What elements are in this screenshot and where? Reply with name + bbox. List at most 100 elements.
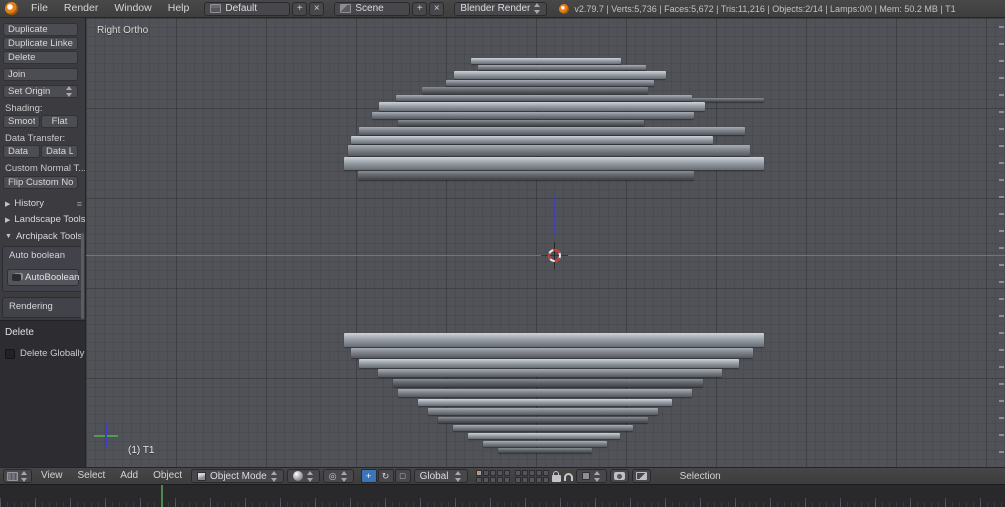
viewport-right-ticks — [999, 26, 1004, 459]
shading-label: Shading: — [5, 103, 43, 114]
layer-toggle[interactable] — [496, 469, 503, 476]
updown-arrows-icon — [340, 470, 348, 482]
model-plate — [478, 65, 646, 70]
toolshelf-scrollbar[interactable] — [81, 233, 84, 319]
screen-layout-selector[interactable]: Default — [204, 1, 291, 16]
current-frame-marker[interactable] — [161, 485, 163, 507]
layer-toggle[interactable] — [489, 476, 496, 483]
model-plate — [393, 379, 703, 387]
layer-toggle[interactable] — [475, 469, 482, 476]
layer-toggle[interactable] — [542, 476, 549, 483]
layer-toggle[interactable] — [535, 469, 542, 476]
panel-landscape-tools[interactable]: ▶ Landscape Tools — [5, 214, 86, 225]
menu-help[interactable]: Help — [161, 0, 197, 17]
add-scene-button[interactable]: + — [412, 1, 428, 16]
history-label: History — [14, 198, 44, 209]
layer-toggle[interactable] — [482, 469, 489, 476]
auto-boolean-header[interactable]: Auto boolean — [3, 247, 82, 261]
viewport-shading-selector[interactable] — [286, 469, 320, 483]
data-transfer-data-button[interactable]: Data — [3, 145, 40, 158]
layer-toggle[interactable] — [482, 476, 489, 483]
panel-history[interactable]: ▶ History ≡ — [5, 198, 82, 209]
updown-arrows-icon — [66, 86, 73, 97]
layer-toggle[interactable] — [528, 476, 535, 483]
set-origin-menu[interactable]: Set Origin — [3, 85, 78, 98]
model-plate — [453, 425, 633, 431]
menu-file[interactable]: File — [24, 0, 55, 17]
blender-logo-small-icon — [559, 3, 570, 14]
menu-window[interactable]: Window — [107, 0, 158, 17]
model-plate — [396, 95, 692, 101]
duplicate-linked-button[interactable]: Duplicate Linked — [3, 37, 78, 50]
opengl-render-anim-button[interactable] — [631, 469, 651, 483]
model-plate — [344, 157, 764, 170]
model-plate — [351, 136, 713, 144]
layer-toggle[interactable] — [514, 469, 521, 476]
render-engine-selector[interactable]: Blender Render — [454, 1, 548, 16]
add-screen-button[interactable]: + — [292, 1, 308, 16]
editor-type-icon — [7, 471, 18, 481]
transform-orientation-selector[interactable]: Global — [413, 469, 468, 483]
rendering-subpanel[interactable]: Rendering — [2, 297, 83, 318]
layer-toggle[interactable] — [521, 476, 528, 483]
duplicate-label: Duplicate — [8, 24, 48, 35]
duplicate-button[interactable]: Duplicate — [3, 23, 78, 36]
close-scene-button[interactable]: × — [429, 1, 445, 16]
model-plate — [498, 448, 592, 453]
snap-magnet-icon[interactable] — [563, 473, 573, 481]
layer-toggle[interactable] — [514, 476, 521, 483]
layer-toggle[interactable] — [535, 476, 542, 483]
operator-redo-panel: Delete Delete Globally — [0, 320, 86, 467]
model-plate — [483, 441, 607, 447]
timeline[interactable] — [0, 484, 1005, 507]
snap-element-selector[interactable] — [575, 469, 607, 483]
shade-smooth-button[interactable]: Smooth — [3, 115, 40, 128]
editor-type-button[interactable] — [3, 469, 32, 483]
menu-select[interactable]: Select — [72, 468, 112, 484]
delete-button[interactable]: Delete — [3, 51, 78, 64]
manipulator-rotate-button[interactable]: ↻ — [377, 469, 394, 483]
auto-boolean-button[interactable]: AutoBoolean — [7, 269, 79, 286]
layer-toggle[interactable] — [528, 469, 535, 476]
menu-add[interactable]: Add — [114, 468, 144, 484]
manipulator-scale-button[interactable]: □ — [394, 469, 411, 483]
panel-archipack-tools[interactable]: ▼ Archipack Tools — [5, 231, 82, 242]
viewport-3d[interactable]: Right Ortho (1) T1 — [86, 18, 1005, 467]
layer-toggle[interactable] — [503, 476, 510, 483]
scene-lock-icon[interactable] — [551, 470, 561, 482]
model-plate — [398, 120, 644, 126]
layer-toggle[interactable] — [542, 469, 549, 476]
layer-toggle[interactable] — [496, 476, 503, 483]
flip-custom-normals-button[interactable]: Flip Custom Nor... — [3, 176, 78, 189]
landscape-tools-label: Landscape Tools — [14, 214, 86, 225]
smooth-label: Smooth — [8, 116, 35, 127]
menu-view[interactable]: View — [35, 468, 69, 484]
manipulator-translate-button[interactable]: + — [360, 469, 377, 483]
active-object-label: (1) T1 — [128, 445, 155, 456]
data-transfer-layout-button[interactable]: Data L... — [41, 145, 78, 158]
menu-object[interactable]: Object — [147, 468, 188, 484]
auto-boolean-button-label: AutoBoolean — [25, 272, 80, 283]
layer-toggle[interactable] — [489, 469, 496, 476]
opengl-render-button[interactable] — [609, 469, 629, 483]
layer-toggle[interactable] — [475, 476, 482, 483]
delete-globally-checkbox[interactable] — [5, 348, 15, 359]
updown-arrows-icon — [270, 470, 278, 482]
camera-icon — [613, 472, 625, 480]
workspace: Duplicate Duplicate Linked Delete Join S… — [0, 18, 1005, 467]
mode-selector[interactable]: Object Mode — [191, 469, 284, 483]
join-button[interactable]: Join — [3, 68, 78, 81]
delete-globally-option[interactable]: Delete Globally — [0, 338, 85, 359]
shade-flat-button[interactable]: Flat — [41, 115, 78, 128]
layer-toggle[interactable] — [521, 469, 528, 476]
menu-render[interactable]: Render — [57, 0, 105, 17]
scene-selector[interactable]: Scene — [334, 1, 411, 16]
mini-axis-gizmo — [94, 422, 120, 448]
cursor-3d — [541, 242, 568, 269]
model-plate — [379, 102, 705, 111]
model-plate — [359, 127, 745, 135]
close-screen-button[interactable]: × — [309, 1, 325, 16]
selection-label: Selection — [679, 470, 721, 482]
pivot-point-selector[interactable]: ◎ — [322, 469, 354, 483]
layer-toggle[interactable] — [503, 469, 510, 476]
